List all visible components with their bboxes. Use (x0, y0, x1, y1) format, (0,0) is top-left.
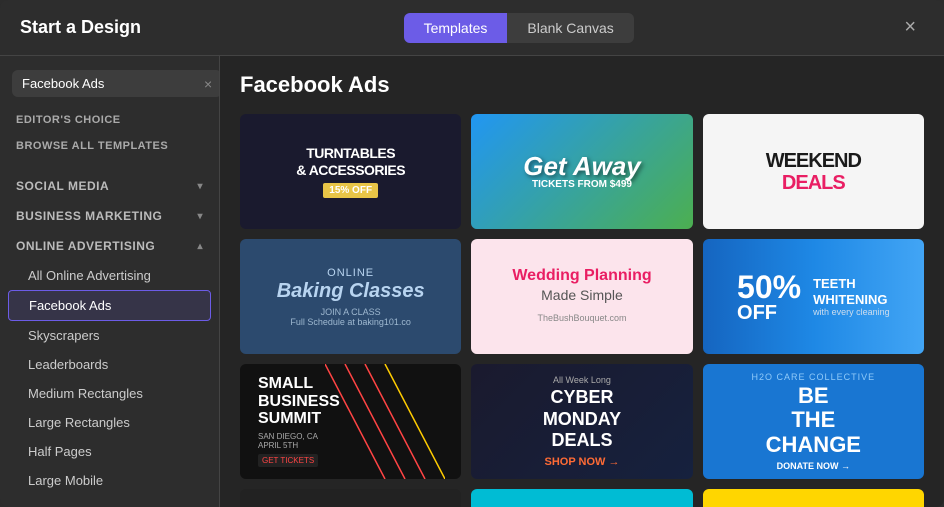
sidebar: × EDITOR'S CHOICE BROWSE ALL TEMPLATES S… (0, 56, 220, 507)
close-button[interactable]: × (896, 12, 924, 43)
sidebar-item-business-marketing[interactable]: BUSINESS MARKETING ▾ (0, 201, 219, 231)
template-card[interactable] (471, 489, 692, 507)
chevron-down-icon: ▾ (197, 181, 203, 192)
template-card[interactable]: Wedding Planning Made SimpleTheBushBouqu… (471, 239, 692, 354)
sidebar-item-medium-rectangles[interactable]: Medium Rectangles (0, 379, 219, 408)
category-label: SOCIAL MEDIA (16, 179, 109, 193)
sidebar-item-online-advertising[interactable]: ONLINE ADVERTISING ▴ (0, 231, 219, 261)
category-label: BUSINESS MARKETING (16, 209, 162, 223)
chevron-down-icon: ▾ (197, 211, 203, 222)
template-card[interactable]: Get Away TICKETS FROM $499 (471, 114, 692, 229)
header-tabs: Templates Blank Canvas (404, 13, 634, 43)
tab-templates[interactable]: Templates (404, 13, 508, 43)
sidebar-item-leaderboards[interactable]: Leaderboards (0, 350, 219, 379)
sidebar-item-skyscrapers[interactable]: Skyscrapers (0, 321, 219, 350)
sidebar-item-large-rectangles[interactable]: Large Rectangles (0, 408, 219, 437)
category-label: ONLINE ADVERTISING (16, 239, 155, 253)
template-card[interactable]: 50% OFF TEETHWHITENING with every cleani… (703, 239, 924, 354)
start-a-design-modal: Start a Design Templates Blank Canvas × … (0, 0, 944, 507)
template-card[interactable]: TURNTABLES& ACCESSORIES 15% OFF (240, 114, 461, 229)
main-content: Facebook Ads TURNTABLES& ACCESSORIES 15%… (220, 56, 944, 507)
chevron-up-icon: ▴ (197, 241, 203, 252)
content-title: Facebook Ads (240, 72, 924, 98)
editors-choice-link[interactable]: EDITOR'S CHOICE (0, 107, 219, 133)
tab-blank-canvas[interactable]: Blank Canvas (507, 13, 633, 43)
clear-search-button[interactable]: × (204, 77, 212, 91)
modal-header: Start a Design Templates Blank Canvas × (0, 0, 944, 56)
template-card[interactable]: Online Baking Classes JOIN A CLASSFull S… (240, 239, 461, 354)
template-card[interactable]: H2O CARE COLLECTIVE BETHECHANGE DONATE N… (703, 364, 924, 479)
sidebar-item-large-mobile[interactable]: Large Mobile (0, 466, 219, 495)
modal-body: × EDITOR'S CHOICE BROWSE ALL TEMPLATES S… (0, 56, 944, 507)
sidebar-item-all-online-advertising[interactable]: All Online Advertising (0, 261, 219, 290)
template-card[interactable] (240, 489, 461, 507)
templates-grid: TURNTABLES& ACCESSORIES 15% OFF Get Away… (240, 114, 924, 507)
search-wrapper: × (12, 70, 220, 97)
browse-all-link[interactable]: BROWSE ALL TEMPLATES (0, 133, 219, 159)
sidebar-item-half-pages[interactable]: Half Pages (0, 437, 219, 466)
sidebar-item-social-media[interactable]: SOCIAL MEDIA ▾ (0, 171, 219, 201)
search-input[interactable] (22, 76, 198, 91)
template-card[interactable] (703, 489, 924, 507)
modal-title: Start a Design (20, 17, 141, 38)
template-card[interactable]: All Week Long CYBERMONDAYDEALS SHOP NOW … (471, 364, 692, 479)
sidebar-item-facebook-ads[interactable]: Facebook Ads (8, 290, 211, 321)
search-area: × (0, 56, 219, 107)
template-card[interactable]: SmallBusinessSummit SAN DIEGO, CAAPRIL 5… (240, 364, 461, 479)
template-card[interactable]: WEEKENDDEALS (703, 114, 924, 229)
